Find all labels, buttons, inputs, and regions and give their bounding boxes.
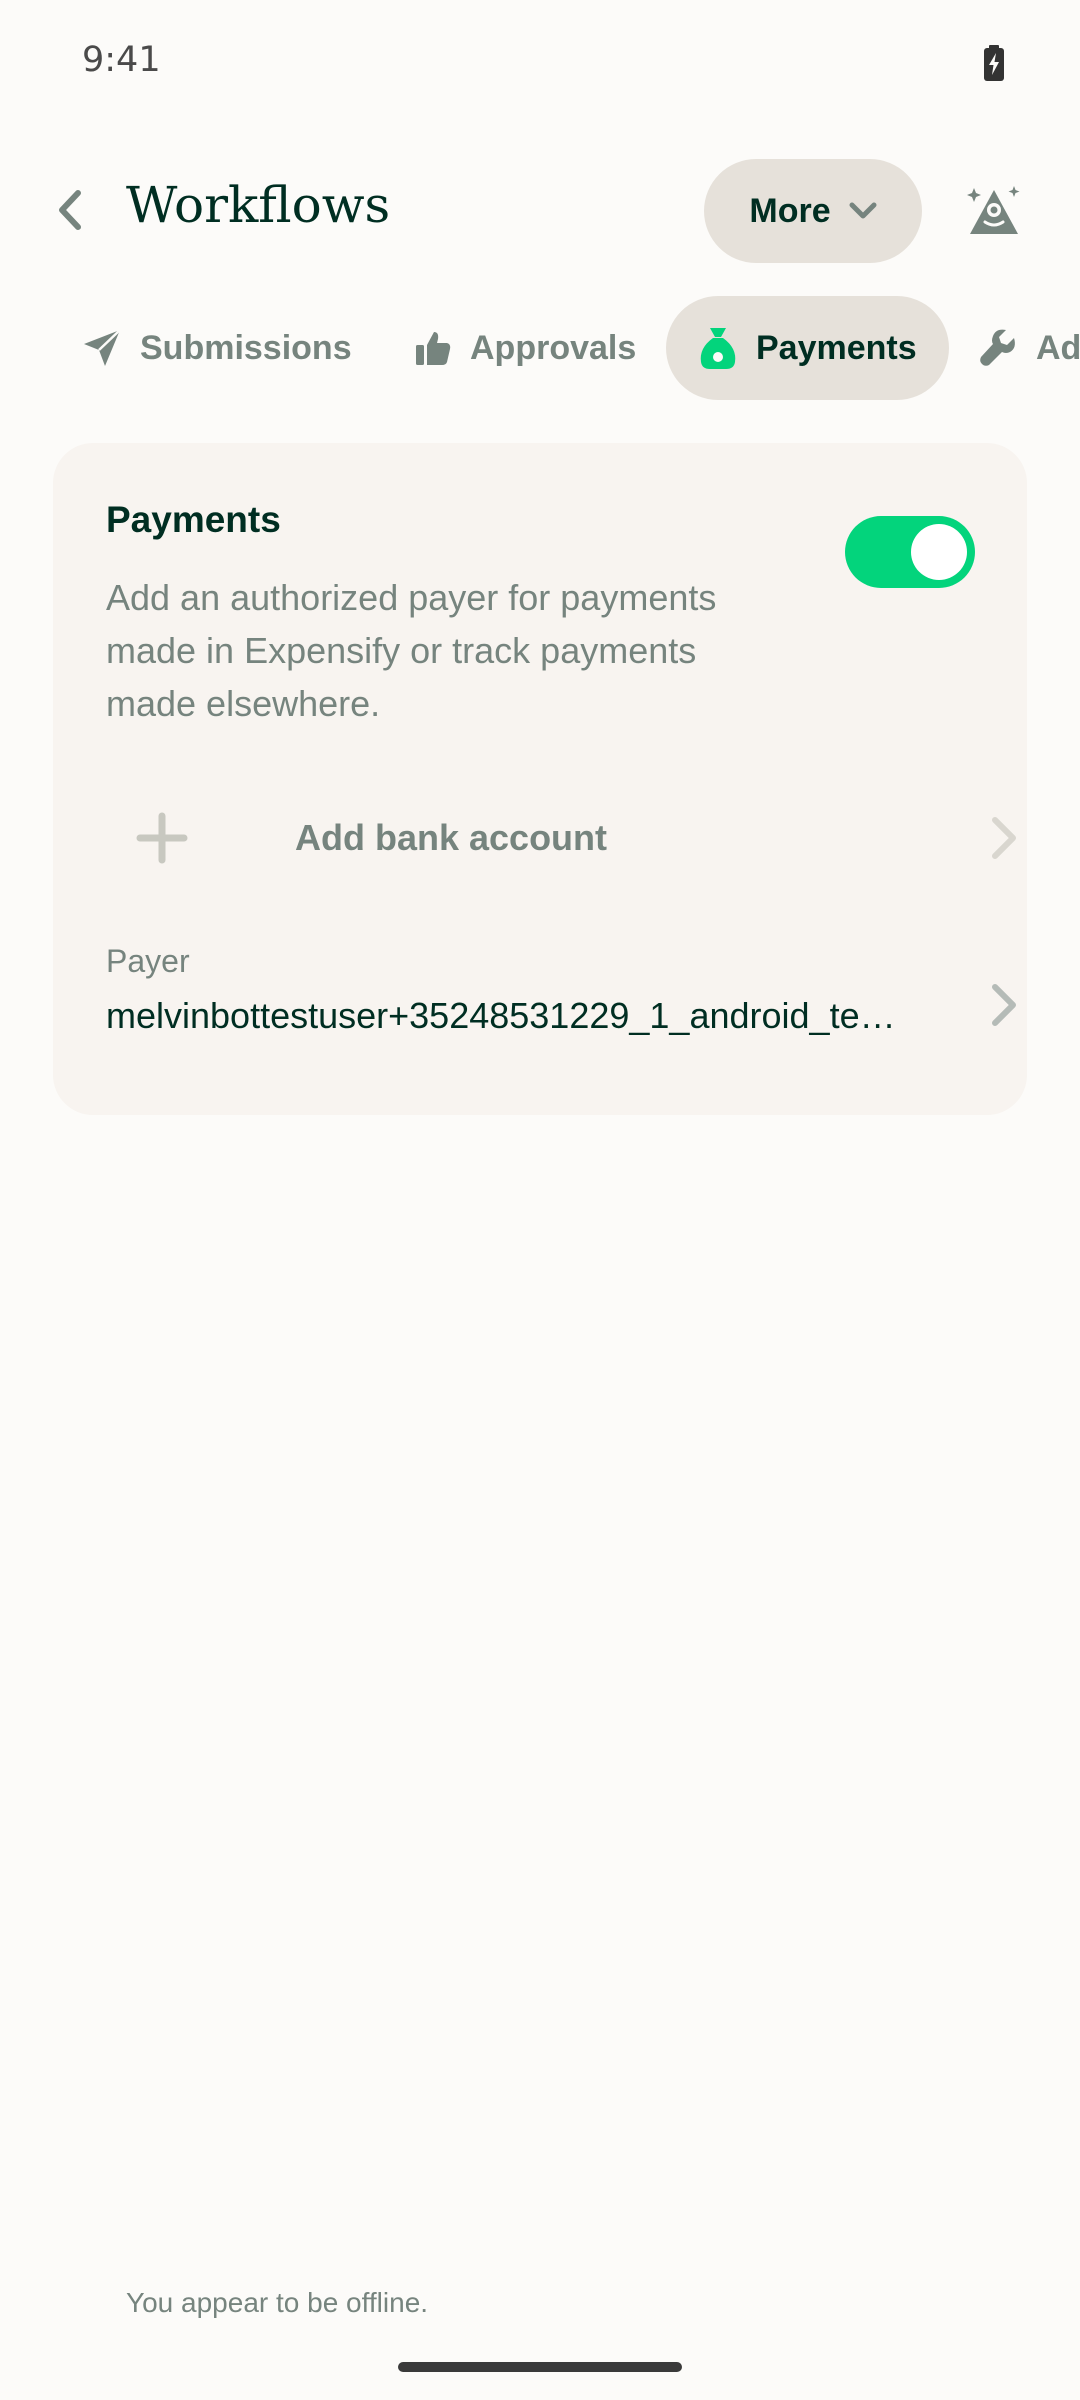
add-bank-account-row[interactable]: Add bank account [106, 783, 1027, 893]
home-indicator[interactable] [398, 2362, 682, 2372]
battery-charging-icon [984, 45, 1004, 81]
payer-label: Payer [106, 943, 190, 979]
tab-label: Payments [756, 328, 917, 367]
workflow-tabs: Submissions Approvals Payments Ad [0, 296, 1080, 400]
header: Workflows More [0, 150, 1080, 270]
tab-approvals[interactable]: Approvals [414, 296, 636, 400]
payments-toggle[interactable] [845, 516, 975, 588]
money-bag-icon [700, 328, 736, 369]
payer-value: melvinbottestuser+35248531229_1_android_… [106, 995, 896, 1036]
payments-card: Payments Add an authorized payer for pay… [53, 443, 1027, 1115]
payments-description: Add an authorized payer for payments mad… [106, 577, 717, 724]
payer-row[interactable]: Payer melvinbottestuser+35248531229_1_an… [106, 943, 1027, 1073]
chevron-right-icon [992, 984, 1016, 1026]
paper-plane-icon [84, 329, 121, 366]
tab-ad[interactable]: Ad [978, 296, 1080, 400]
bot-avatar-icon[interactable] [966, 184, 1022, 240]
wrench-icon [980, 329, 1015, 366]
tab-payments[interactable]: Payments [666, 296, 949, 400]
plus-icon [136, 812, 188, 864]
tab-label: Ad [1036, 328, 1080, 367]
chevron-left-icon [59, 190, 81, 230]
more-button[interactable]: More [704, 159, 922, 263]
more-button-label: More [749, 191, 831, 230]
toggle-knob [911, 524, 967, 580]
tab-label: Submissions [140, 328, 352, 367]
thumbs-up-icon [416, 332, 451, 365]
payments-title: Payments [106, 499, 281, 540]
status-time: 9:41 [82, 40, 161, 80]
chevron-down-icon [849, 202, 877, 219]
offline-indicator: You appear to be offline. [126, 2287, 429, 2318]
back-button[interactable] [40, 175, 100, 245]
add-bank-account-label: Add bank account [295, 817, 608, 858]
chevron-right-icon [992, 817, 1016, 859]
status-bar: 9:41 [0, 0, 1080, 128]
tab-label: Approvals [470, 328, 637, 367]
page-title: Workflows [126, 176, 391, 234]
tab-submissions[interactable]: Submissions [82, 296, 352, 400]
